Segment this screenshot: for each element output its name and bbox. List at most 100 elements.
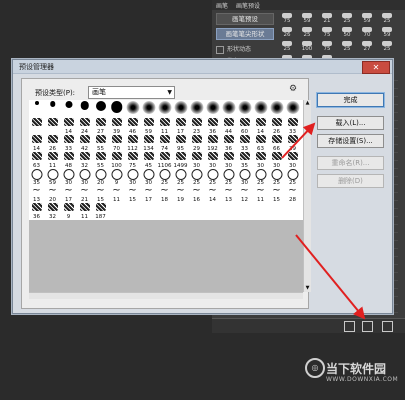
brush-preset-cell[interactable]: ~17 xyxy=(61,185,76,204)
brush-preset-cell[interactable] xyxy=(253,100,268,117)
brush-preset-cell[interactable] xyxy=(45,117,60,134)
brush-preset-cell[interactable]: 25 xyxy=(173,168,188,186)
brush-preset-cell[interactable]: 134 xyxy=(141,134,156,152)
tab-brush-presets[interactable]: 画笔预设 xyxy=(236,1,260,10)
brush-tip-cell[interactable]: 25 xyxy=(338,40,356,54)
brush-preset-cell[interactable]: 36 xyxy=(221,134,236,152)
brush-preset-cell[interactable] xyxy=(189,100,204,117)
brush-preset-cell[interactable]: 25 xyxy=(189,168,204,186)
brush-preset-cell[interactable]: 36 xyxy=(205,117,220,135)
brush-preset-cell[interactable]: 44 xyxy=(221,117,236,135)
brush-tip-cell[interactable]: 25 xyxy=(378,12,396,26)
brush-tip-cell[interactable]: 70 xyxy=(358,26,376,40)
brush-tip-cell[interactable]: 75 xyxy=(318,26,336,40)
brush-preset-cell[interactable] xyxy=(173,100,188,117)
brush-preset-cell[interactable] xyxy=(93,100,108,117)
brush-preset-cell[interactable]: 20 xyxy=(93,168,108,186)
brush-tip-cell[interactable]: 26 xyxy=(278,26,296,40)
brush-preset-cell[interactable]: 25 xyxy=(221,168,236,186)
brush-preset-cell[interactable]: 39 xyxy=(109,117,124,135)
brush-preset-cell[interactable]: 26 xyxy=(269,117,284,135)
brush-preset-cell[interactable]: 30 xyxy=(141,168,156,186)
scroll-up-arrow-icon[interactable]: ▲ xyxy=(304,100,311,107)
brush-preset-cell[interactable] xyxy=(157,100,172,117)
brush-tip-cell[interactable]: 75 xyxy=(318,40,336,54)
brush-preset-cell[interactable]: 36 xyxy=(29,202,44,220)
gear-icon[interactable]: ⚙ xyxy=(289,84,297,94)
brush-preset-cell[interactable]: 14 xyxy=(61,117,76,135)
brush-preset-cell[interactable]: 66 xyxy=(269,134,284,152)
brush-preset-cell[interactable]: 192 xyxy=(205,134,220,152)
brush-preset-cell[interactable]: 25 xyxy=(269,168,284,186)
create-preset-icon[interactable] xyxy=(382,321,393,332)
brush-tip-cell[interactable]: 25 xyxy=(338,12,356,26)
brush-preset-cell[interactable]: 17 xyxy=(173,117,188,135)
brush-preset-cell[interactable]: 11 xyxy=(45,151,60,169)
brush-preset-cell[interactable]: 42 xyxy=(77,134,92,152)
brush-preset-cell[interactable]: 30 xyxy=(285,151,300,169)
brush-preset-cell[interactable]: ~15 xyxy=(125,185,140,204)
brush-tip-cell[interactable]: 75 xyxy=(278,12,296,26)
brush-preset-cell[interactable]: 35 xyxy=(29,168,44,186)
brush-preset-cell[interactable]: 9 xyxy=(109,168,124,186)
brush-preset-cell[interactable]: 30 xyxy=(205,151,220,169)
brush-tip-cell[interactable]: 50 xyxy=(338,26,356,40)
brush-preset-cell[interactable] xyxy=(285,100,300,117)
brush-preset-cell[interactable]: 112 xyxy=(125,134,140,152)
toggle-preview-icon[interactable] xyxy=(344,321,355,332)
brush-preset-cell[interactable]: ~20 xyxy=(45,185,60,204)
brush-preset-cell[interactable]: 9 xyxy=(61,202,76,220)
brush-preset-cell[interactable]: 33 xyxy=(61,134,76,152)
brush-preset-cell[interactable]: 11 xyxy=(77,202,92,220)
shape-dynamics-checkbox[interactable] xyxy=(216,45,224,54)
brush-preset-cell[interactable]: ~11 xyxy=(109,185,124,204)
brush-preset-cell[interactable] xyxy=(29,100,44,117)
brush-tip-cell[interactable]: 25 xyxy=(278,40,296,54)
brush-preset-cell[interactable]: 95 xyxy=(173,134,188,152)
brush-preset-cell[interactable]: 23 xyxy=(189,117,204,135)
brush-tip-cell[interactable]: 25 xyxy=(378,40,396,54)
brush-tip-cell[interactable]: 59 xyxy=(358,12,376,26)
dialog-titlebar[interactable]: 预设管理器 ✕ xyxy=(13,60,392,74)
brush-tip-cell[interactable]: 59 xyxy=(298,12,316,26)
brush-preset-cell[interactable] xyxy=(61,100,76,117)
brush-preset-cell[interactable]: 30 xyxy=(237,168,252,186)
brush-preset-cell[interactable]: ~15 xyxy=(93,185,108,204)
brush-preset-cell[interactable]: 30 xyxy=(61,168,76,186)
brush-preset-cell[interactable]: 25 xyxy=(157,168,172,186)
brush-tip-cell[interactable]: 100 xyxy=(298,40,316,54)
brush-preset-cell[interactable]: ~21 xyxy=(77,185,92,204)
brush-preset-cell[interactable]: 63 xyxy=(253,134,268,152)
tab-brush[interactable]: 画笔 xyxy=(216,1,228,10)
brush-preset-cell[interactable]: 39 xyxy=(285,134,300,152)
brush-preset-cell[interactable] xyxy=(77,100,92,117)
brush-preset-cell[interactable]: 33 xyxy=(237,134,252,152)
brush-preset-cell[interactable]: ~15 xyxy=(269,185,284,204)
brush-preset-cell[interactable]: 35 xyxy=(237,151,252,169)
delete-button[interactable]: 删除(D) xyxy=(317,174,384,188)
brush-preset-cell[interactable]: 32 xyxy=(45,202,60,220)
preset-type-select[interactable]: 画笔 ▼ xyxy=(88,86,175,99)
rename-button[interactable]: 重命名(R)... xyxy=(317,156,384,170)
shape-dynamics-option[interactable]: 形状动态 xyxy=(216,44,251,54)
brush-preset-cell[interactable]: ~19 xyxy=(173,185,188,204)
brush-preset-cell[interactable]: 75 xyxy=(125,151,140,169)
brush-preset-cell[interactable]: ~11 xyxy=(253,185,268,204)
brush-tip-cell[interactable]: 27 xyxy=(358,40,376,54)
brush-preset-cell[interactable]: 55 xyxy=(93,151,108,169)
brush-preset-cell[interactable]: 46 xyxy=(125,117,140,135)
brush-preset-cell[interactable]: ~12 xyxy=(237,185,252,204)
brush-preset-cell[interactable]: 26 xyxy=(45,134,60,152)
brush-preset-cell[interactable] xyxy=(269,100,284,117)
brush-preset-cell[interactable] xyxy=(221,100,236,117)
brush-tip-cell[interactable]: 25 xyxy=(298,26,316,40)
brush-preset-cell[interactable]: 32 xyxy=(77,151,92,169)
brush-preset-cell[interactable]: 30 xyxy=(125,168,140,186)
brush-preset-cell[interactable]: 70 xyxy=(109,134,124,152)
brush-preset-cell[interactable]: 45 xyxy=(141,151,156,169)
brush-preset-cell[interactable]: 59 xyxy=(45,168,60,186)
horizontal-scrollbar[interactable] xyxy=(29,292,303,299)
save-set-button[interactable]: 存储设置(S)... xyxy=(317,134,384,148)
brush-preset-cell[interactable]: 55 xyxy=(93,134,108,152)
brush-preset-cell[interactable]: 33 xyxy=(285,117,300,135)
